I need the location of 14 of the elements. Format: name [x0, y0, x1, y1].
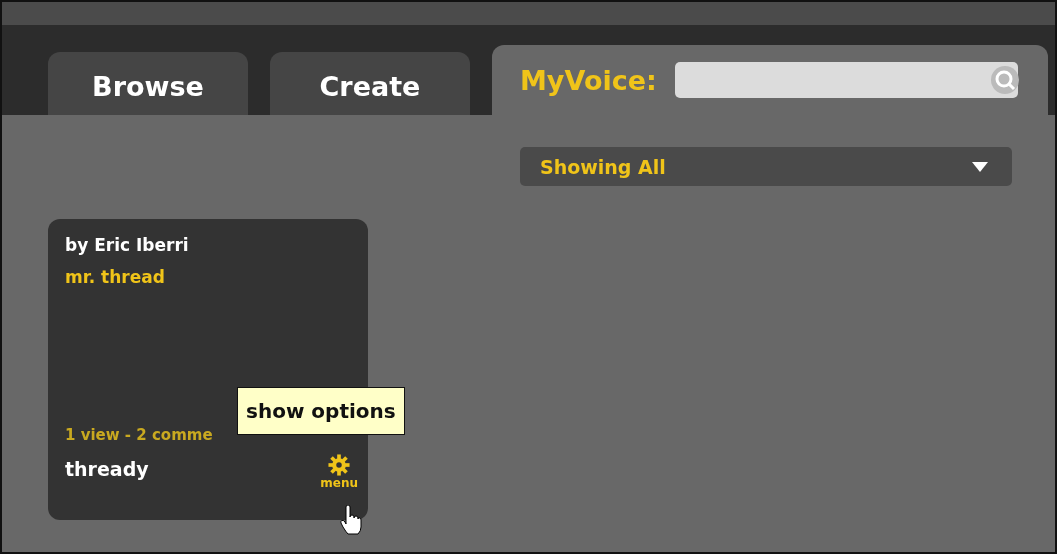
filter-dropdown[interactable]: Showing All: [520, 147, 1012, 186]
post-name: thready: [65, 458, 149, 480]
tooltip: show options: [237, 387, 405, 435]
search-icon[interactable]: [990, 65, 1020, 95]
stats-text: 1 view - 2 comme: [65, 426, 214, 444]
tab[interactable]: Create: [270, 52, 470, 115]
tab[interactable]: Browse: [48, 52, 248, 115]
gear-icon: [328, 454, 351, 476]
search-field[interactable]: [674, 62, 1018, 98]
hand-cursor-icon: [340, 505, 362, 535]
menu-button[interactable]: menu: [320, 454, 358, 490]
caret-icon: [972, 161, 988, 172]
author-text: by Eric Iberri: [65, 235, 190, 255]
post-title[interactable]: mr. thread: [65, 267, 351, 287]
